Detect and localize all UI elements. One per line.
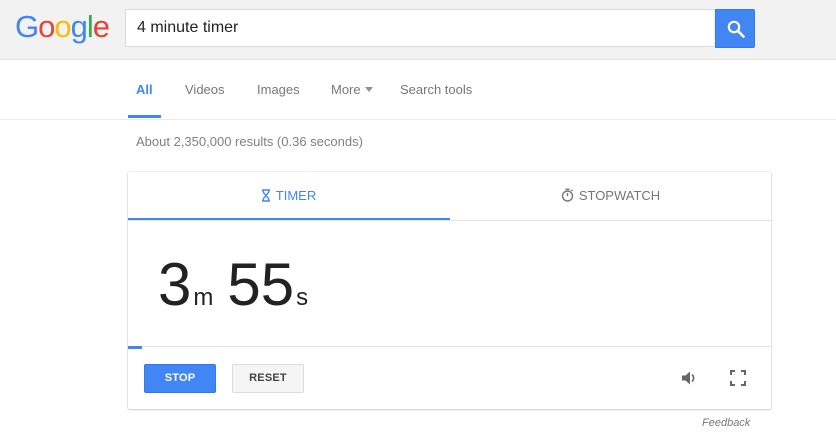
search-button[interactable]	[715, 9, 755, 48]
logo-letter: g	[70, 9, 88, 44]
timer-tab-indicator	[128, 218, 450, 220]
tab-label: Search tools	[400, 82, 473, 97]
tab-label: All	[136, 82, 153, 97]
result-stats: About 2,350,000 results (0.36 seconds)	[136, 134, 363, 149]
seconds-unit: s	[296, 284, 309, 311]
tab-videos[interactable]: Videos	[185, 82, 225, 97]
logo-letter: o	[38, 9, 55, 44]
tab-stopwatch[interactable]: STOPWATCH	[450, 172, 771, 219]
tab-timer-label: TIMER	[275, 188, 317, 203]
tab-search-tools[interactable]: Search tools	[400, 82, 472, 97]
tab-label: More	[331, 82, 361, 97]
tab-timer[interactable]: TIMER	[128, 172, 449, 219]
minutes-value: 3	[158, 251, 192, 318]
sound-button[interactable]	[678, 367, 700, 389]
timer-card: TIMER STOPWATCH 3m 55s STOP RESET	[128, 172, 771, 409]
fullscreen-button[interactable]	[727, 367, 749, 389]
search-nav: All Videos Images More Search tools	[0, 60, 836, 120]
search-box	[125, 9, 714, 47]
minutes-unit: m	[193, 284, 214, 311]
stopwatch-icon	[561, 188, 574, 202]
tab-more[interactable]: More	[331, 82, 373, 97]
seconds-value: 55	[227, 251, 295, 318]
feedback-link[interactable]: Feedback	[702, 417, 750, 429]
search-input[interactable]	[126, 10, 714, 46]
stop-button[interactable]: STOP	[144, 364, 216, 393]
tab-images[interactable]: Images	[257, 82, 300, 97]
header: Google	[0, 0, 836, 60]
fullscreen-icon	[730, 370, 746, 386]
tab-stopwatch-label: STOPWATCH	[578, 188, 661, 203]
time-remaining: 3m 55s	[158, 250, 322, 320]
tab-label: Videos	[185, 82, 225, 97]
timer-progress-bar	[128, 346, 771, 350]
speaker-icon	[682, 371, 695, 385]
logo-letter: o	[54, 9, 71, 44]
tab-label: Images	[257, 82, 300, 97]
logo-letter: e	[92, 9, 110, 44]
hourglass-icon	[261, 188, 270, 202]
timer-progress-fill	[128, 346, 142, 349]
active-tab-indicator	[128, 115, 161, 118]
tab-all[interactable]: All	[136, 82, 153, 97]
caret-down-icon	[364, 87, 373, 92]
logo-letter: G	[15, 9, 39, 44]
search-icon	[727, 20, 745, 38]
reset-button[interactable]: RESET	[232, 364, 304, 393]
google-logo[interactable]: Google	[15, 9, 110, 44]
timer-card-tabs: TIMER STOPWATCH	[128, 172, 771, 221]
